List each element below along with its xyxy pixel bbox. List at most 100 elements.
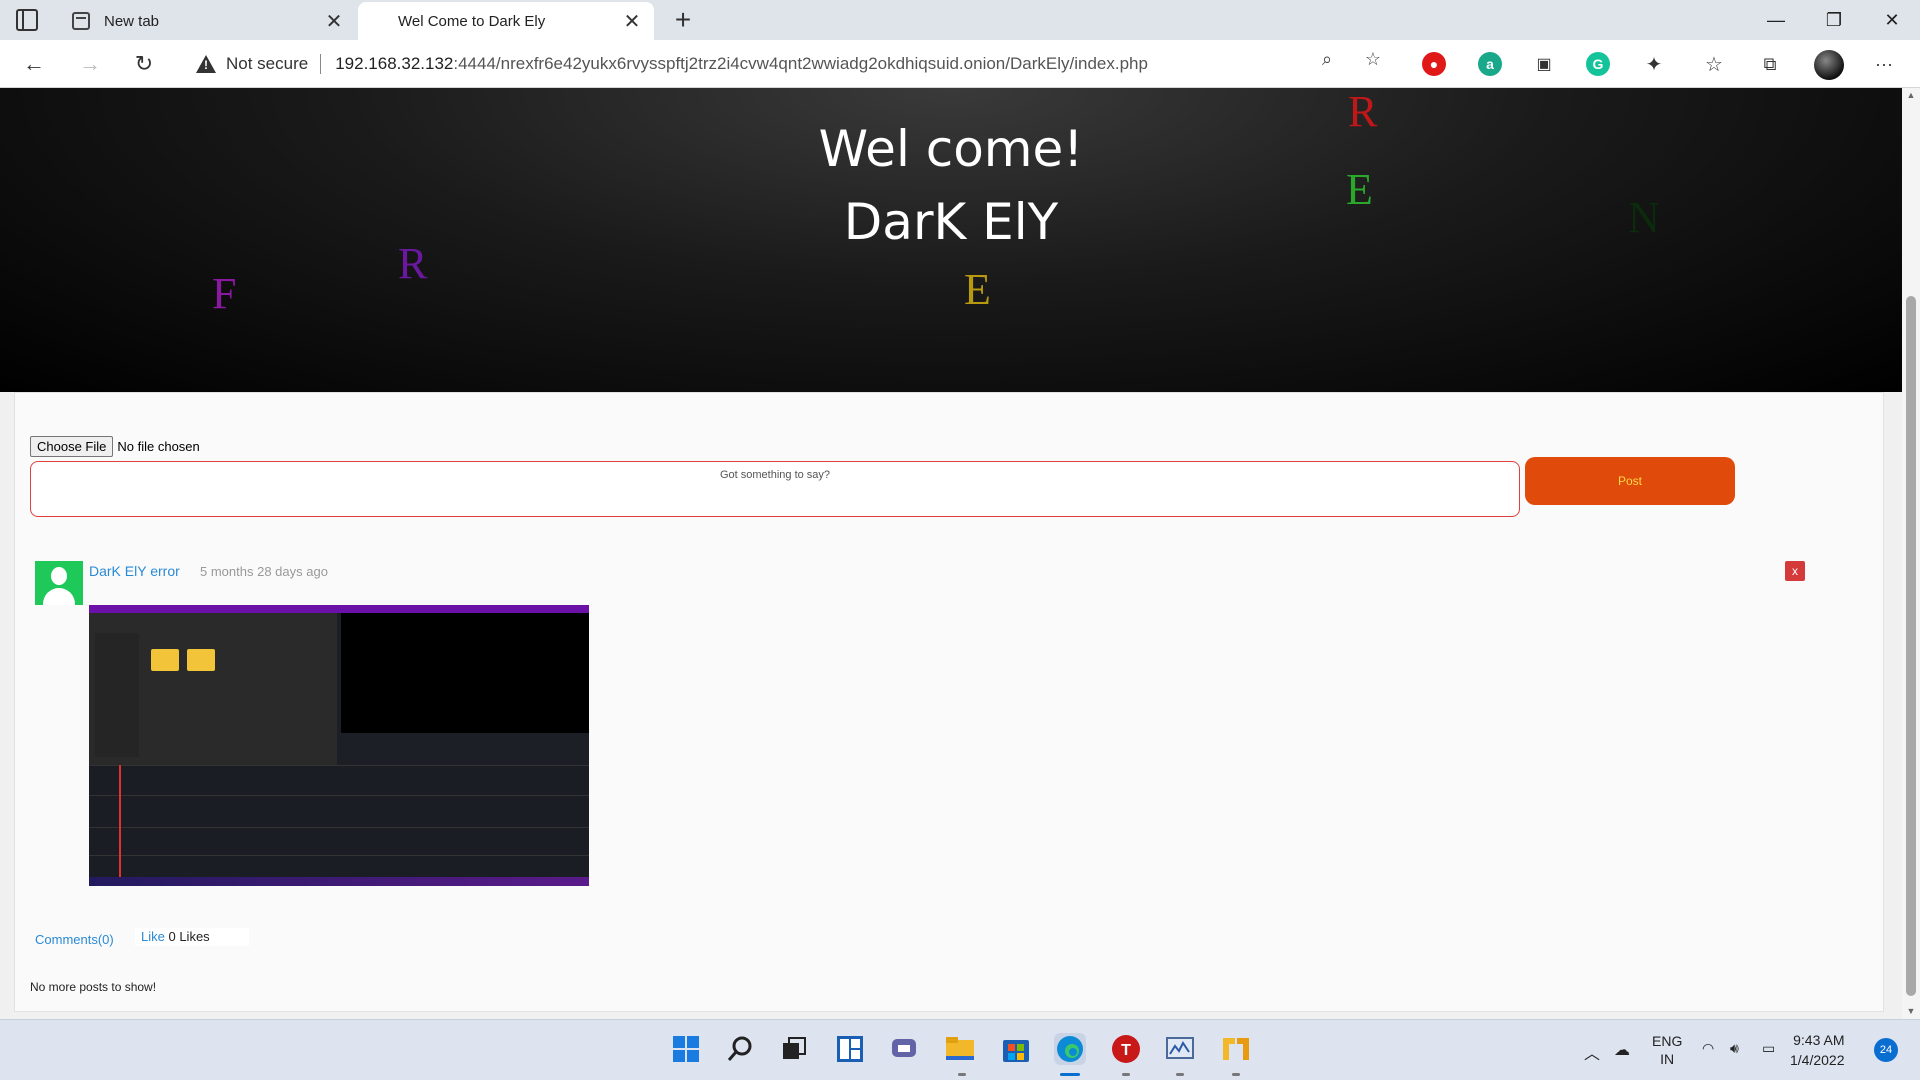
tab-bar: New tab ✕ Wel Come to Dark Ely ✕ + — ❐ ✕	[0, 0, 1920, 118]
tool-app-icon[interactable]	[1220, 1033, 1252, 1065]
tab-new-tab[interactable]: New tab ✕	[60, 2, 356, 40]
profile-avatar[interactable]	[1814, 50, 1844, 80]
like-box: Like 0 Likes	[135, 928, 249, 946]
image-track	[89, 795, 589, 796]
floating-letter: E	[964, 265, 991, 314]
forward-button[interactable]: →	[74, 48, 106, 80]
file-explorer-icon[interactable]	[944, 1033, 976, 1065]
adblock-extension-icon[interactable]: ●	[1422, 52, 1446, 76]
page-scrollbar[interactable]: ▲ ▼	[1902, 88, 1920, 1019]
favorites-icon[interactable]: ☆	[1702, 52, 1726, 76]
cast-extension-icon[interactable]: ▣	[1532, 52, 1556, 76]
wifi-icon[interactable]: ◠	[1702, 1040, 1714, 1057]
clock[interactable]: 9:43 AM 1/4/2022	[1790, 1030, 1845, 1070]
choose-file-button[interactable]: Choose File	[30, 436, 114, 457]
add-favorite-icon[interactable]: ☆	[1362, 48, 1384, 70]
post-button[interactable]: Post	[1525, 457, 1735, 505]
floating-letter: R	[398, 239, 428, 288]
store-icon[interactable]	[1000, 1033, 1032, 1065]
notification-badge[interactable]: 24	[1874, 1038, 1898, 1062]
running-indicator	[958, 1073, 966, 1076]
address-bar[interactable]: Not secure 192.168.32.132:4444/nrexfr6e4…	[180, 46, 1390, 82]
feed-container: Choose File No file chosen Got something…	[14, 392, 1884, 1012]
hero-title-line1: Wel come!	[818, 120, 1084, 178]
avatar	[35, 561, 83, 605]
tab-actions-icon[interactable]	[16, 9, 38, 31]
language-code: ENG	[1652, 1033, 1683, 1049]
running-indicator	[1176, 1073, 1184, 1076]
chevron-up-icon[interactable]: ︿	[1584, 1040, 1600, 1064]
floating-letter: N	[1628, 193, 1660, 242]
svg-text:T: T	[1121, 1042, 1131, 1059]
image-titlebar	[89, 605, 589, 613]
url-path: :4444/nrexfr6e42yukx6rvysspftj2trz2i4cvw…	[453, 54, 1148, 73]
scroll-up-icon[interactable]: ▲	[1906, 90, 1916, 100]
zoom-icon[interactable]: ⌕	[1316, 48, 1338, 70]
tab-close-icon[interactable]: ✕	[622, 9, 642, 34]
collections-icon[interactable]: ⧉	[1758, 52, 1782, 76]
new-tab-button[interactable]: +	[668, 4, 698, 36]
no-more-posts: No more posts to show!	[30, 980, 157, 994]
floating-letter: E	[1346, 165, 1373, 214]
tab-label: Wel Come to Dark Ely	[398, 12, 546, 30]
grammarly-extension-icon[interactable]: G	[1586, 52, 1610, 76]
image-preview-pane	[341, 613, 589, 733]
running-indicator	[1232, 1073, 1240, 1076]
more-menu-icon[interactable]: ···	[1872, 52, 1896, 76]
windows-start-icon[interactable]	[670, 1033, 702, 1065]
tab-dark-ely[interactable]: Wel Come to Dark Ely ✕	[358, 2, 654, 118]
widgets-icon[interactable]	[834, 1033, 866, 1065]
security-label[interactable]: Not secure	[226, 54, 308, 74]
image-taskbar	[89, 877, 589, 886]
comments-link[interactable]: Comments(0)	[35, 932, 114, 947]
post-image[interactable]	[89, 605, 589, 886]
file-status: No file chosen	[117, 439, 200, 454]
extensions-icon[interactable]: ✦	[1642, 52, 1666, 76]
volume-icon[interactable]: 🔊︎	[1730, 1040, 1739, 1057]
scroll-thumb[interactable]	[1906, 296, 1916, 996]
image-track	[89, 827, 589, 828]
url-divider	[320, 54, 322, 74]
warning-icon[interactable]	[196, 55, 216, 73]
like-link[interactable]: Like	[141, 929, 165, 944]
hero-title-line2: DarK ElY	[843, 193, 1059, 251]
language-indicator[interactable]: ENG IN	[1652, 1032, 1682, 1068]
clock-date: 1/4/2022	[1790, 1052, 1845, 1068]
a-extension-icon[interactable]: a	[1478, 52, 1502, 76]
edge-icon[interactable]	[1054, 1033, 1086, 1065]
scroll-down-icon[interactable]: ▼	[1906, 1006, 1916, 1016]
active-indicator	[1060, 1073, 1080, 1076]
monitor-app-icon[interactable]	[1164, 1033, 1196, 1065]
navigation-bar: ← → ↻ Not secure 192.168.32.132:4444/nre…	[0, 40, 1920, 88]
tab-close-icon[interactable]: ✕	[324, 9, 344, 34]
task-view-icon[interactable]	[778, 1033, 810, 1065]
taskbar: T ︿ ☁ ENG IN ◠ 🔊︎ ▭ 9:43 AM 1/4/2022 24	[0, 1019, 1920, 1080]
tab-label: New tab	[104, 12, 160, 30]
image-sidebar	[95, 633, 139, 757]
minimize-button[interactable]: —	[1748, 0, 1804, 40]
image-playhead	[119, 765, 121, 877]
hero-banner: Wel come! DarK ElY R E N R F E	[0, 88, 1902, 392]
search-icon[interactable]	[724, 1033, 756, 1065]
floating-letter: F	[212, 269, 237, 318]
image-track	[89, 855, 589, 856]
back-button[interactable]: ←	[18, 48, 50, 80]
post-timestamp: 5 months 28 days ago	[200, 564, 328, 579]
image-timeline	[89, 765, 589, 877]
floating-letter: R	[1348, 88, 1378, 136]
like-count: 0 Likes	[168, 929, 210, 944]
post-textarea[interactable]: Got something to say?	[30, 461, 1520, 517]
teams-chat-icon[interactable]	[888, 1033, 920, 1065]
close-window-button[interactable]: ✕	[1864, 0, 1920, 40]
region-code: IN	[1660, 1051, 1675, 1067]
t-app-icon[interactable]: T	[1110, 1033, 1142, 1065]
security-tray-icon[interactable]: ☁	[1614, 1040, 1630, 1060]
post-author-link[interactable]: DarK ElY error	[89, 563, 180, 579]
restore-button[interactable]: ❐	[1806, 0, 1862, 40]
battery-icon[interactable]: ▭	[1762, 1040, 1775, 1057]
folder-icon	[151, 649, 179, 671]
delete-post-button[interactable]: x	[1785, 561, 1805, 581]
refresh-button[interactable]: ↻	[128, 48, 160, 80]
web-page: Wel come! DarK ElY R E N R F E Choose Fi…	[0, 88, 1902, 1019]
running-indicator	[1122, 1073, 1130, 1076]
